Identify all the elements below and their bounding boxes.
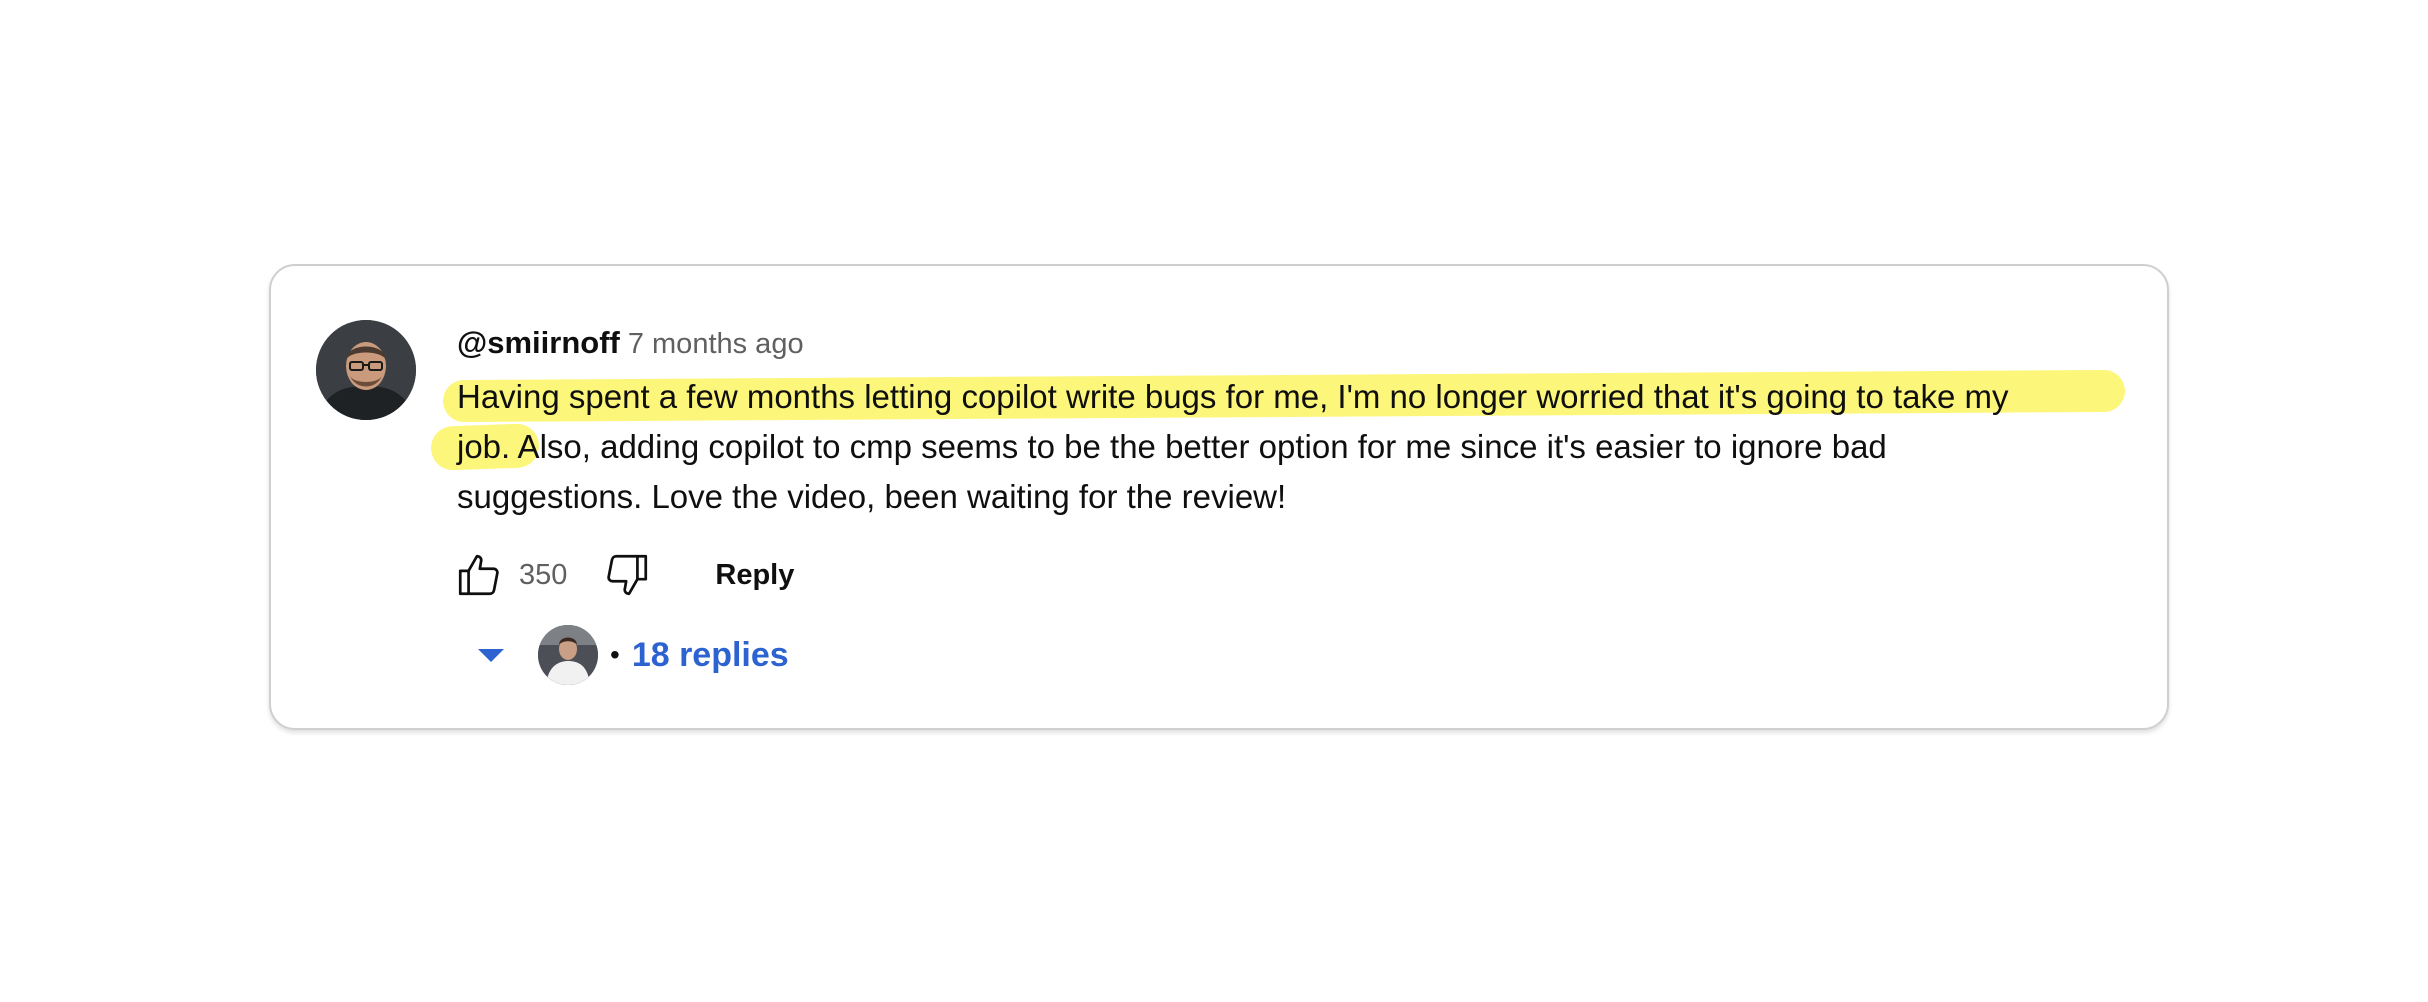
- thumbs-down-icon: [607, 554, 648, 596]
- like-button[interactable]: [453, 549, 505, 601]
- thumbs-up-icon: [458, 554, 499, 596]
- reply-button[interactable]: Reply: [715, 559, 794, 592]
- replies-count-link[interactable]: 18 replies: [632, 636, 789, 675]
- replies-toggle[interactable]: • 18 replies: [474, 624, 789, 686]
- comment-text-line-3: suggestions. Love the video, been waitin…: [457, 478, 1287, 515]
- comment-card: @smiirnoff 7 months ago Having spent a fe…: [269, 264, 2169, 730]
- comment-header: @smiirnoff 7 months ago: [457, 323, 804, 369]
- comment-text: Having spent a few months letting copilo…: [430, 369, 2126, 522]
- comment-text-line-1: Having spent a few months letting copilo…: [457, 378, 2009, 415]
- caret-down-icon: [478, 649, 504, 662]
- comment-time[interactable]: 7 months ago: [628, 328, 804, 360]
- expand-replies-button[interactable]: [474, 638, 508, 672]
- dislike-button[interactable]: [601, 549, 653, 601]
- like-count: 350: [519, 558, 568, 591]
- comment-text-line-2: job. Also, adding copilot to cmp seems t…: [457, 428, 1887, 465]
- author-avatar[interactable]: [316, 320, 416, 420]
- replies-separator: •: [610, 639, 620, 670]
- author-name[interactable]: @smiirnoff: [457, 325, 620, 360]
- reply-author-avatar: [538, 625, 598, 685]
- comment-actions: 350 Reply: [453, 550, 794, 600]
